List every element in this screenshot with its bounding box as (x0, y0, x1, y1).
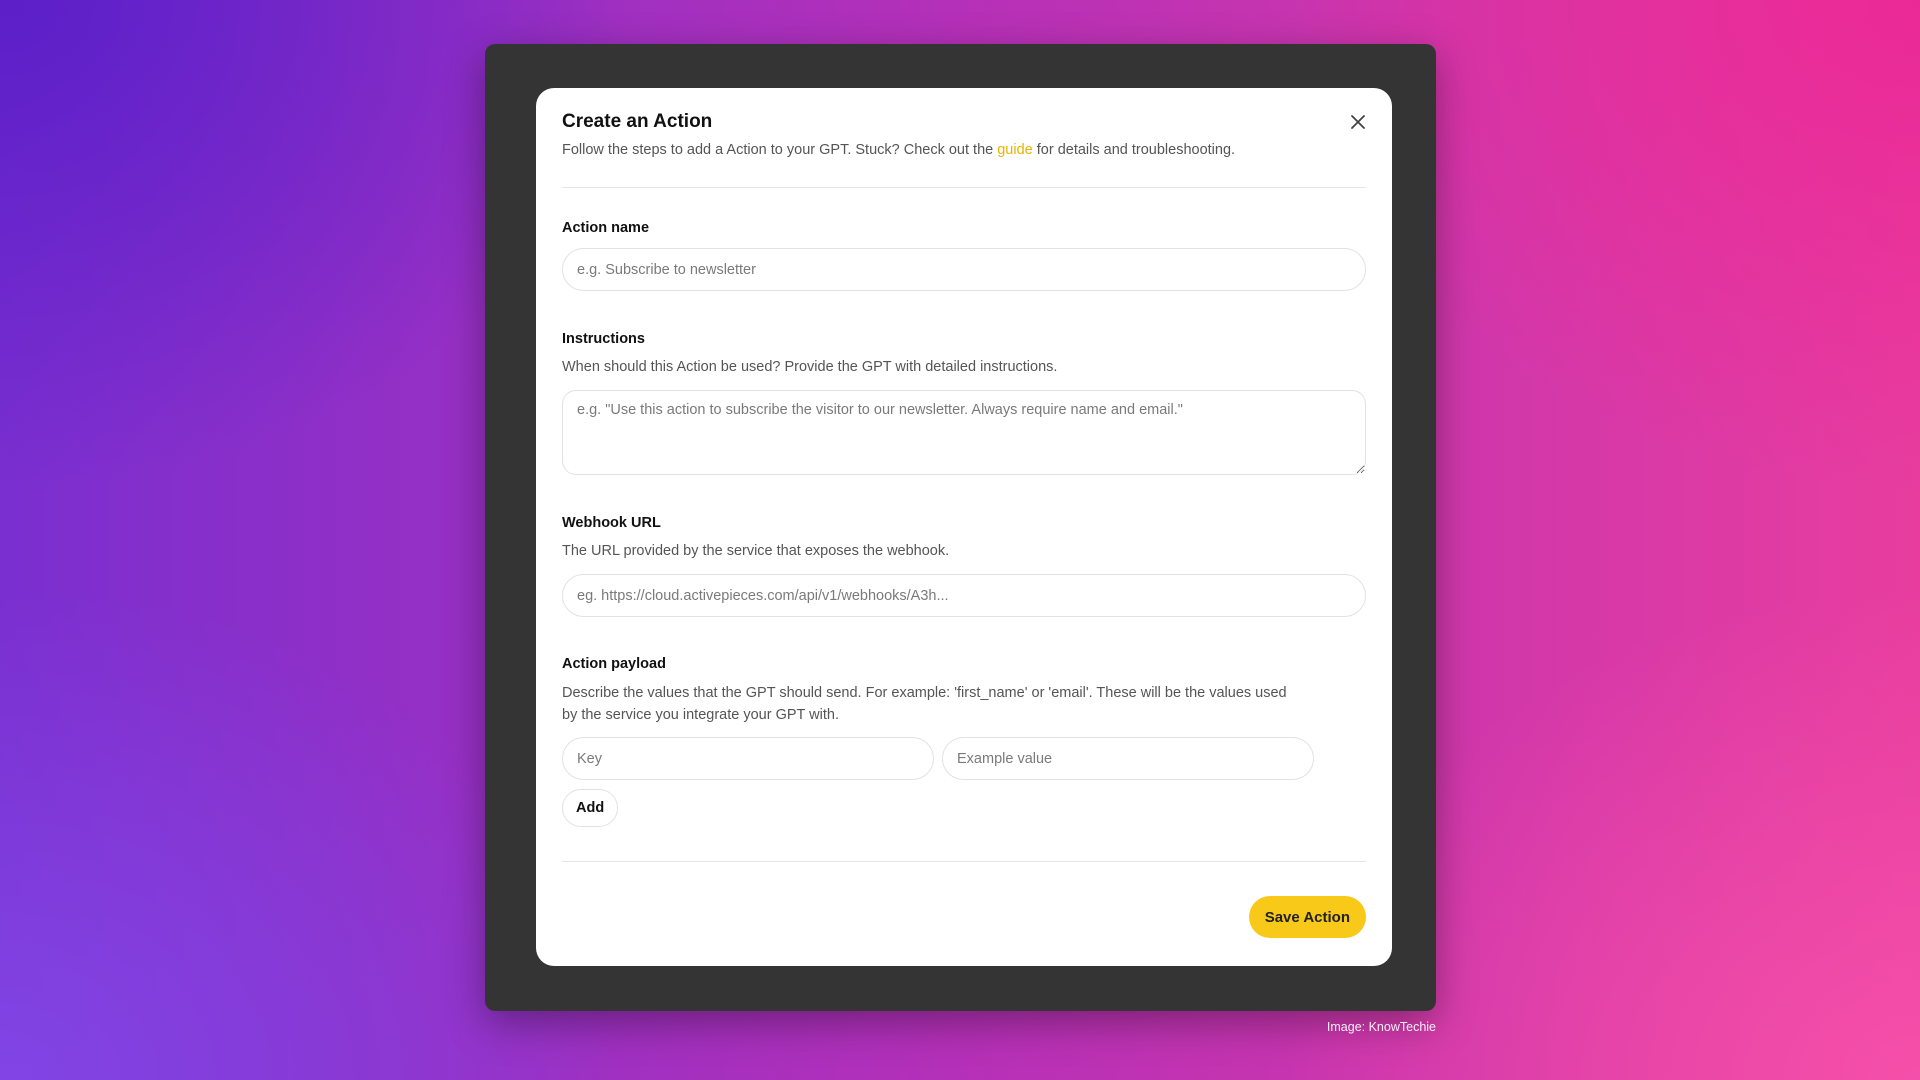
action-payload-help-line1: Describe the values that the GPT should … (562, 685, 1287, 701)
instructions-label: Instructions (562, 331, 645, 347)
guide-link[interactable]: guide (997, 142, 1032, 158)
close-button[interactable] (1344, 108, 1372, 136)
payload-example-value-input[interactable] (942, 737, 1314, 780)
action-name-input[interactable] (562, 248, 1366, 291)
subtitle-text-suffix: for details and troubleshooting. (1032, 142, 1236, 158)
close-icon (1351, 115, 1365, 129)
subtitle-text-prefix: Follow the steps to add a Action to your… (562, 142, 998, 158)
action-payload-label: Action payload (562, 656, 666, 672)
webhook-url-input[interactable] (562, 574, 1366, 617)
instructions-help: When should this Action be used? Provide… (562, 359, 1058, 375)
add-payload-button[interactable]: Add (562, 789, 619, 827)
action-payload-help-line2: by the service you integrate your GPT wi… (562, 707, 839, 723)
action-name-label: Action name (562, 220, 650, 236)
save-action-button[interactable]: Save Action (1248, 896, 1366, 938)
webhook-url-label: Webhook URL (562, 515, 661, 531)
payload-key-input[interactable] (562, 737, 934, 780)
dialog-title: Create an Action (562, 111, 713, 132)
footer-divider (562, 861, 1366, 862)
image-credit: Image: KnowTechie (1326, 1020, 1436, 1034)
create-action-dialog: Create an Action Follow the steps to add… (536, 88, 1392, 966)
instructions-textarea[interactable] (562, 390, 1366, 475)
dialog-subtitle: Follow the steps to add a Action to your… (562, 142, 1235, 158)
header-divider (562, 187, 1366, 188)
webhook-url-help: The URL provided by the service that exp… (562, 543, 950, 559)
